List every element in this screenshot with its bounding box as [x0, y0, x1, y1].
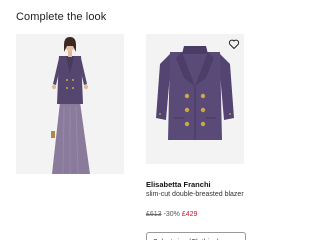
product-description[interactable]: slim-cut double-breasted blazer — [146, 190, 246, 199]
blazer-image — [146, 34, 244, 164]
wishlist-button[interactable] — [228, 37, 240, 49]
price-sale: £429 — [181, 211, 198, 218]
product-price: £613 -30% £429 — [146, 211, 197, 218]
heart-icon — [228, 39, 240, 49]
price-original: £613 — [146, 211, 162, 218]
model-image — [16, 34, 124, 174]
product-image-blazer[interactable] — [146, 34, 244, 164]
product-card-look[interactable] — [16, 34, 124, 174]
price-discount: -30% — [163, 211, 180, 218]
section-title: Complete the look — [16, 11, 107, 23]
product-brand[interactable]: Elisabetta Franchi — [146, 180, 211, 189]
select-size-button[interactable]: Select size (Clothing) ∨ — [146, 232, 246, 240]
